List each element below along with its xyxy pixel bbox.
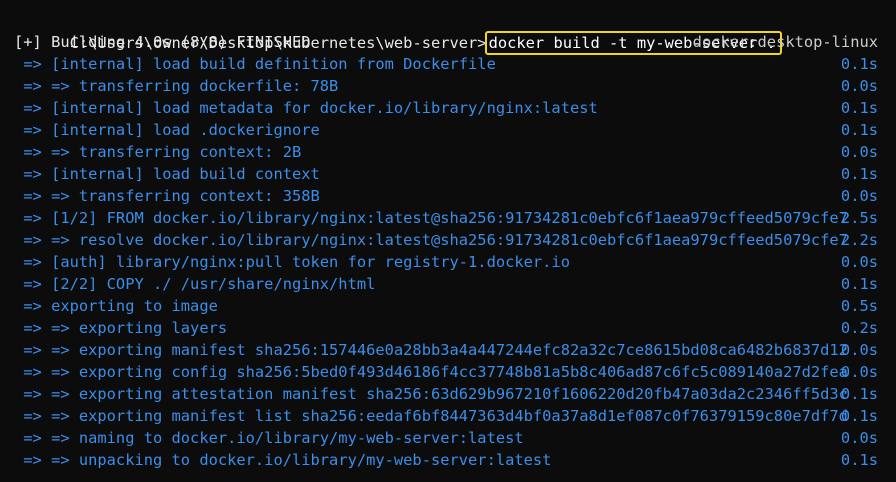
build-step: => => naming to docker.io/library/my-web… [0, 427, 896, 449]
build-step: => => resolve docker.io/library/nginx:la… [0, 229, 896, 251]
build-step-text: => => transferring context: 358B [14, 187, 320, 205]
build-step: => => exporting manifest sha256:157446e0… [0, 339, 896, 361]
build-step-text: => => transferring context: 2B [14, 143, 302, 161]
build-step: => => exporting layers 0.2s [0, 317, 896, 339]
build-step-text: => => exporting layers [14, 319, 228, 337]
build-step-text: => [1/2] FROM docker.io/library/nginx:la… [14, 209, 848, 227]
build-step-text: => exporting to image [14, 297, 218, 315]
build-step-time: 0.1s [840, 407, 878, 425]
build-step-time: 0.1s [840, 99, 878, 117]
builder-name: docker:desktop-linux [692, 33, 878, 51]
build-step-text: => [internal] load build definition from… [14, 55, 496, 73]
build-step-time: 0.1s [840, 121, 878, 139]
build-step-time: 2.2s [840, 231, 878, 249]
build-status: [+] Building 4.0s (8/8) FINISHED [14, 33, 311, 51]
build-step-text: => [internal] load metadata for docker.i… [14, 99, 598, 117]
terminal-window[interactable]: C:\Users\owner\Desktop\kubernetes\web-se… [0, 0, 896, 482]
build-step-text: => => naming to docker.io/library/my-web… [14, 429, 524, 447]
build-step-text: => [2/2] COPY ./ /usr/share/nginx/html [14, 275, 376, 293]
build-step-time: 0.1s [840, 165, 878, 183]
build-step-text: => => exporting manifest list sha256:eed… [14, 407, 848, 425]
build-step: => => unpacking to docker.io/library/my-… [0, 449, 896, 471]
build-step-time: 0.2s [840, 319, 878, 337]
build-step-text: => => exporting attestation manifest sha… [14, 385, 848, 403]
build-step-text: => [internal] load build context [14, 165, 320, 183]
build-step-text: => [internal] load .dockerignore [14, 121, 320, 139]
build-step-time: 0.0s [840, 363, 878, 381]
build-step-text: => => unpacking to docker.io/library/my-… [14, 451, 552, 469]
build-step: => => transferring context: 2B 0.0s [0, 141, 896, 163]
build-step: => => transferring dockerfile: 78B 0.0s [0, 75, 896, 97]
build-step-time: 0.1s [840, 55, 878, 73]
build-step-text: => => exporting manifest sha256:157446e0… [14, 341, 848, 359]
build-step: => [internal] load metadata for docker.i… [0, 97, 896, 119]
build-step: => exporting to image 0.5s [0, 295, 896, 317]
build-step: => => exporting config sha256:5bed0f493d… [0, 361, 896, 383]
build-status-line: [+] Building 4.0s (8/8) FINISHED docker:… [0, 31, 896, 53]
build-step-time: 0.0s [840, 341, 878, 359]
build-step-time: 0.0s [840, 143, 878, 161]
build-step-time: 0.0s [840, 253, 878, 271]
build-step: => [1/2] FROM docker.io/library/nginx:la… [0, 207, 896, 229]
build-step-time: 0.1s [840, 385, 878, 403]
build-step-text: => [auth] library/nginx:pull token for r… [14, 253, 570, 271]
build-step: => => transferring context: 358B 0.0s [0, 185, 896, 207]
build-step-time: 0.0s [840, 187, 878, 205]
build-step: => => exporting manifest list sha256:eed… [0, 405, 896, 427]
prompt-line: C:\Users\owner\Desktop\kubernetes\web-se… [0, 9, 896, 55]
build-step-time: 0.1s [840, 275, 878, 293]
build-step: => [internal] load build context 0.1s [0, 163, 896, 185]
build-step-time: 0.5s [840, 297, 878, 315]
build-step-text: => => exporting config sha256:5bed0f493d… [14, 363, 848, 381]
build-step-time: 2.5s [840, 209, 878, 227]
build-step-time: 0.0s [840, 429, 878, 447]
build-step-text: => => transferring dockerfile: 78B [14, 77, 339, 95]
build-step: => [internal] load build definition from… [0, 53, 896, 75]
build-step: => [auth] library/nginx:pull token for r… [0, 251, 896, 273]
build-step-text: => => resolve docker.io/library/nginx:la… [14, 231, 848, 249]
build-step-time: 0.0s [840, 77, 878, 95]
build-step: => [internal] load .dockerignore 0.1s [0, 119, 896, 141]
build-step-time: 0.1s [840, 451, 878, 469]
build-step: => [2/2] COPY ./ /usr/share/nginx/html 0.… [0, 273, 896, 295]
build-step: => => exporting attestation manifest sha… [0, 383, 896, 405]
